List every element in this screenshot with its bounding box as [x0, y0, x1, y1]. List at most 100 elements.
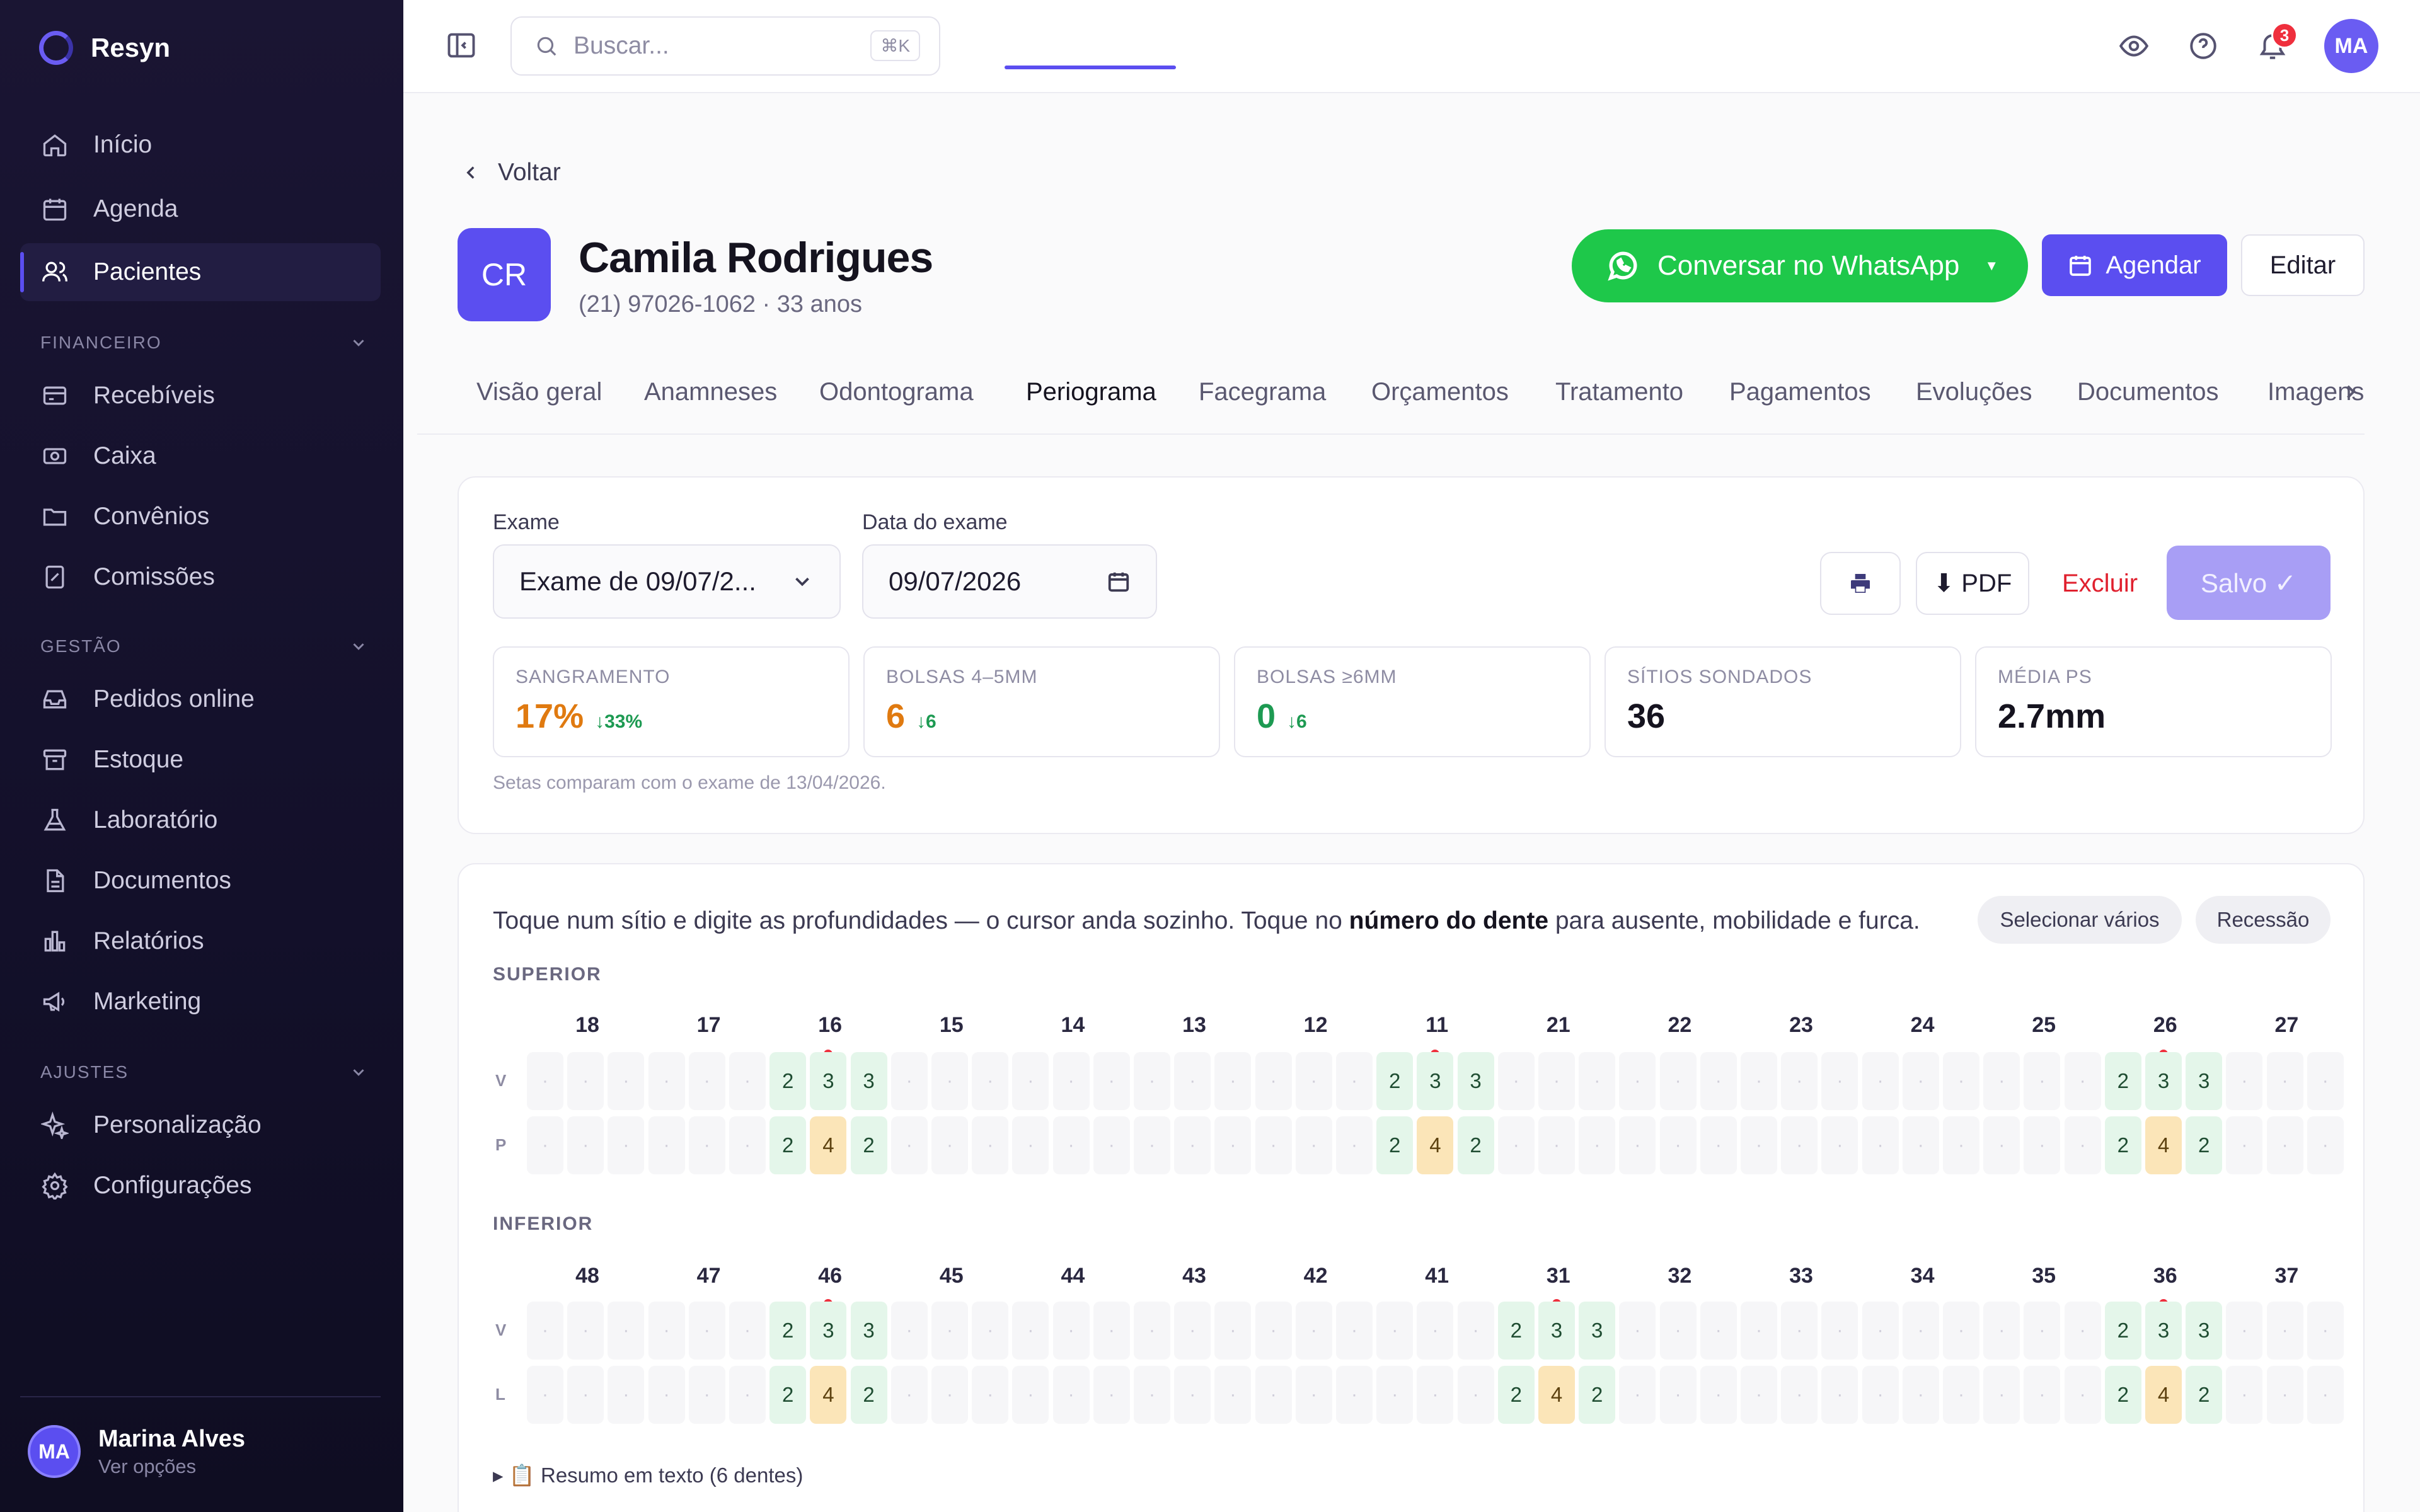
probe-site-cell[interactable]: [1538, 1116, 1575, 1174]
probe-site-cell[interactable]: [1214, 1052, 1252, 1110]
probe-site-cell[interactable]: [1457, 1366, 1494, 1424]
probe-site-cell[interactable]: [2064, 1052, 2101, 1110]
sidebar-item-agenda[interactable]: Agenda: [20, 180, 381, 238]
probe-site-cell[interactable]: [972, 1366, 1009, 1424]
tooth-number-11[interactable]: 11: [1376, 1013, 1497, 1038]
probe-site-cell[interactable]: [729, 1052, 766, 1110]
probe-site-cell[interactable]: [1579, 1052, 1616, 1110]
probe-site-cell[interactable]: 3: [850, 1052, 887, 1110]
edit-button[interactable]: Editar: [2241, 234, 2365, 296]
probe-site-cell[interactable]: 2: [769, 1366, 807, 1424]
probe-site-cell[interactable]: 4: [2145, 1116, 2182, 1174]
probe-site-cell[interactable]: 3: [850, 1302, 887, 1360]
probe-site-cell[interactable]: [1781, 1052, 1818, 1110]
sidebar-item-documentos[interactable]: Documentos: [20, 852, 381, 910]
print-button[interactable]: [1820, 552, 1901, 615]
probe-site-cell[interactable]: [1417, 1366, 1454, 1424]
probe-site-cell[interactable]: [2307, 1116, 2344, 1174]
probe-site-cell[interactable]: [1983, 1116, 2020, 1174]
probe-site-cell[interactable]: [931, 1302, 968, 1360]
tab-evolucoes[interactable]: Evoluções: [1916, 378, 2032, 406]
probe-site-cell[interactable]: [1093, 1302, 1130, 1360]
tooth-number-34[interactable]: 34: [1862, 1264, 1983, 1288]
tooth-number-43[interactable]: 43: [1134, 1264, 1255, 1288]
schedule-button[interactable]: Agendar: [2042, 234, 2227, 296]
probe-site-cell[interactable]: [1579, 1116, 1616, 1174]
probe-site-cell[interactable]: [1943, 1366, 1979, 1424]
probe-site-cell[interactable]: [688, 1366, 725, 1424]
tooth-number-22[interactable]: 22: [1619, 1013, 1740, 1038]
tooth-number-24[interactable]: 24: [1862, 1013, 1983, 1038]
sidebar-item-convenios[interactable]: Convênios: [20, 488, 381, 546]
probe-site-cell[interactable]: 2: [2186, 1366, 2223, 1424]
tooth-number-36[interactable]: 36: [2105, 1264, 2226, 1288]
probe-site-cell[interactable]: [1052, 1116, 1090, 1174]
probe-site-cell[interactable]: [972, 1302, 1009, 1360]
probe-site-cell[interactable]: [1538, 1052, 1575, 1110]
avatar[interactable]: MA: [2324, 19, 2378, 73]
probe-site-cell[interactable]: 3: [1417, 1052, 1454, 1110]
probe-site-cell[interactable]: [1983, 1052, 2020, 1110]
probe-site-cell[interactable]: [2266, 1366, 2303, 1424]
probe-site-cell[interactable]: 2: [2104, 1116, 2141, 1174]
sidebar-item-configuracoes[interactable]: Configurações: [20, 1157, 381, 1215]
tab-periograma[interactable]: Periograma: [1026, 378, 1156, 406]
probe-site-cell[interactable]: [1862, 1116, 1899, 1174]
probe-site-cell[interactable]: [931, 1366, 968, 1424]
tooth-number-15[interactable]: 15: [891, 1013, 1012, 1038]
probe-site-cell[interactable]: [2024, 1366, 2061, 1424]
probe-site-cell[interactable]: [1012, 1052, 1049, 1110]
probe-site-cell[interactable]: [527, 1366, 563, 1424]
recession-button[interactable]: Recessão: [2196, 896, 2331, 944]
probe-site-cell[interactable]: [1821, 1116, 1858, 1174]
tooth-number-13[interactable]: 13: [1134, 1013, 1255, 1038]
tooth-number-25[interactable]: 25: [1983, 1013, 2104, 1038]
probe-site-cell[interactable]: [2024, 1116, 2061, 1174]
tooth-number-33[interactable]: 33: [1741, 1264, 1862, 1288]
tab-orcamentos[interactable]: Orçamentos: [1371, 378, 1509, 406]
tooth-number-31[interactable]: 31: [1498, 1264, 1619, 1288]
probe-site-cell[interactable]: 2: [2104, 1052, 2141, 1110]
probe-site-cell[interactable]: [2064, 1302, 2101, 1360]
probe-site-cell[interactable]: [1659, 1052, 1697, 1110]
tooth-number-12[interactable]: 12: [1255, 1013, 1376, 1038]
probe-site-cell[interactable]: [1781, 1366, 1818, 1424]
probe-site-cell[interactable]: [1902, 1366, 1939, 1424]
probe-site-cell[interactable]: [2226, 1366, 2263, 1424]
probe-site-cell[interactable]: [931, 1052, 968, 1110]
probe-site-cell[interactable]: [1134, 1366, 1170, 1424]
tooth-number-18[interactable]: 18: [527, 1013, 648, 1038]
probe-site-cell[interactable]: [1214, 1302, 1252, 1360]
probe-site-cell[interactable]: [2064, 1366, 2101, 1424]
probe-site-cell[interactable]: [1336, 1052, 1373, 1110]
probe-site-cell[interactable]: [1052, 1366, 1090, 1424]
probe-site-cell[interactable]: [1295, 1302, 1332, 1360]
help-button[interactable]: [2186, 28, 2221, 64]
probe-site-cell[interactable]: [1943, 1302, 1979, 1360]
probe-site-cell[interactable]: [1295, 1366, 1332, 1424]
probe-site-cell[interactable]: [1862, 1302, 1899, 1360]
probe-site-cell[interactable]: [1659, 1302, 1697, 1360]
tab-pagamentos[interactable]: Pagamentos: [1729, 378, 1871, 406]
tooth-number-45[interactable]: 45: [891, 1264, 1012, 1288]
sidebar-item-pacientes[interactable]: Pacientes: [20, 243, 381, 301]
probe-site-cell[interactable]: [608, 1116, 645, 1174]
probe-site-cell[interactable]: [1295, 1116, 1332, 1174]
probe-site-cell[interactable]: [567, 1302, 604, 1360]
probe-site-cell[interactable]: [1741, 1302, 1777, 1360]
probe-site-cell[interactable]: [1174, 1052, 1211, 1110]
back-link[interactable]: Voltar: [460, 159, 561, 186]
probe-site-cell[interactable]: [1376, 1366, 1414, 1424]
probe-site-cell[interactable]: [1174, 1366, 1211, 1424]
section-financeiro[interactable]: FINANCEIRO: [40, 333, 368, 353]
select-multiple-button[interactable]: Selecionar vários: [1978, 896, 2182, 944]
probe-site-cell[interactable]: [567, 1366, 604, 1424]
tabs-scroll-right-button[interactable]: [2339, 381, 2365, 406]
probe-site-cell[interactable]: 2: [769, 1052, 807, 1110]
probe-site-cell[interactable]: [2307, 1052, 2344, 1110]
probe-site-cell[interactable]: [527, 1302, 563, 1360]
probe-site-cell[interactable]: [1255, 1116, 1292, 1174]
probe-site-cell[interactable]: [1093, 1116, 1130, 1174]
probe-site-cell[interactable]: [1336, 1366, 1373, 1424]
privacy-toggle-button[interactable]: [2116, 28, 2152, 64]
